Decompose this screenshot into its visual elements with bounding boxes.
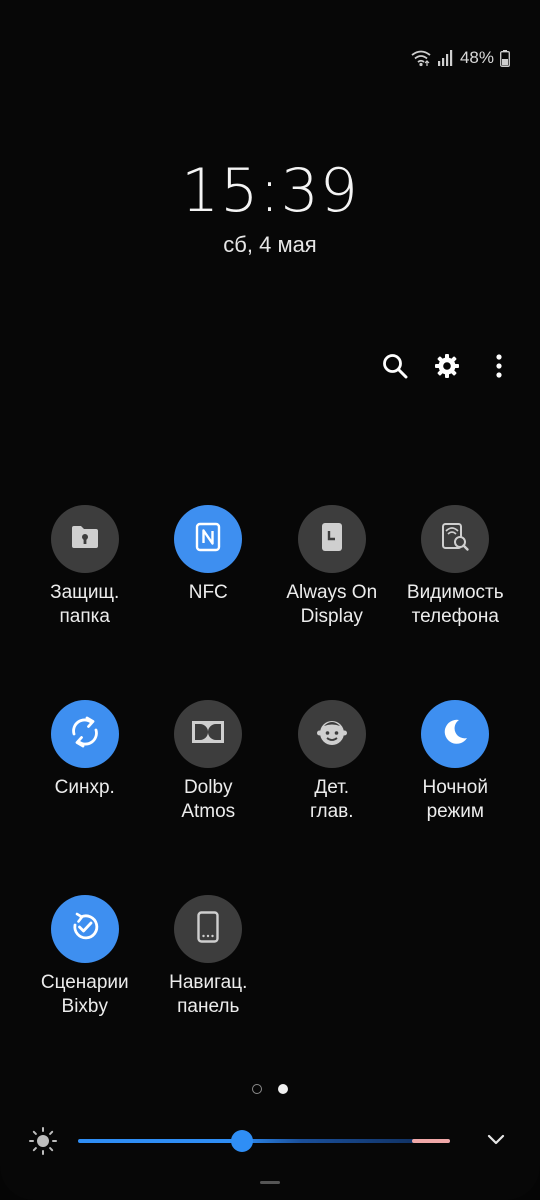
tile-dolby-atmos[interactable]: Dolby Atmos bbox=[147, 700, 271, 823]
brightness-slider-thumb[interactable] bbox=[230, 1130, 253, 1152]
battery-percent: 48% bbox=[459, 48, 494, 67]
brightness-icon bbox=[28, 1126, 58, 1161]
tile-label: Сценарии Bixby bbox=[40, 972, 129, 1017]
tile-always-on-display[interactable]: Always On Display bbox=[270, 505, 394, 628]
tile-button[interactable] bbox=[50, 895, 119, 963]
page-indicator bbox=[0, 1084, 540, 1094]
tile-nfc[interactable]: NFC bbox=[147, 505, 271, 628]
nfc-icon bbox=[195, 522, 221, 557]
phone-visibility-icon bbox=[440, 522, 470, 557]
status-bar: 48% bbox=[410, 44, 510, 72]
tile-phone-visibility[interactable]: Видимость телефона bbox=[394, 505, 518, 628]
tile-label: Синхр. bbox=[54, 777, 115, 798]
navigation-bar-icon bbox=[197, 910, 219, 948]
header-actions bbox=[380, 350, 514, 386]
wifi-calling-icon bbox=[410, 49, 432, 67]
always-on-display-icon bbox=[321, 522, 343, 557]
date: сб, 4 мая bbox=[223, 232, 317, 257]
page-dot-current[interactable] bbox=[278, 1084, 288, 1094]
tile-sync[interactable]: Синхр. bbox=[23, 700, 147, 823]
tile-button[interactable] bbox=[421, 505, 490, 573]
quick-settings-grid: Защищ. папка NFC Always On Display Видим… bbox=[23, 505, 517, 1018]
battery-icon bbox=[500, 49, 510, 67]
brightness-limit-marker bbox=[412, 1139, 450, 1143]
page-dot[interactable] bbox=[252, 1084, 262, 1094]
tile-label: Always On Display bbox=[286, 582, 378, 627]
tile-button[interactable] bbox=[297, 700, 366, 768]
tile-night-mode[interactable]: Ночной режим bbox=[394, 700, 518, 823]
tile-navigation-bar[interactable]: Навигац. панель bbox=[147, 895, 271, 1018]
chevron-down-icon[interactable] bbox=[484, 1128, 508, 1157]
signal-icon bbox=[437, 50, 454, 66]
tile-button[interactable] bbox=[50, 700, 119, 768]
tile-button[interactable] bbox=[174, 895, 243, 963]
tile-button[interactable] bbox=[174, 700, 243, 768]
search-button[interactable] bbox=[380, 350, 410, 386]
search-icon bbox=[382, 353, 408, 384]
tile-kids-home[interactable]: Дет. глав. bbox=[270, 700, 394, 823]
quick-panel: 48% 15:39 сб, 4 мая Защищ. папка NFC Alw… bbox=[0, 0, 540, 1200]
tile-label: NFC bbox=[188, 582, 228, 603]
tile-label: Дет. глав. bbox=[309, 777, 354, 822]
kids-home-icon bbox=[315, 715, 349, 754]
tile-button[interactable] bbox=[297, 505, 366, 573]
tile-button[interactable] bbox=[174, 505, 243, 573]
gear-icon bbox=[434, 353, 460, 384]
panel-handle[interactable] bbox=[260, 1181, 280, 1184]
brightness-bar bbox=[28, 1122, 508, 1158]
bixby-routines-icon bbox=[69, 911, 101, 948]
secure-folder-icon bbox=[70, 524, 100, 555]
brightness-slider[interactable] bbox=[78, 1139, 450, 1143]
dolby-icon bbox=[191, 720, 225, 749]
tile-button[interactable] bbox=[50, 505, 119, 573]
tile-label: Ночной режим bbox=[422, 777, 488, 822]
tile-button[interactable] bbox=[421, 700, 490, 768]
night-mode-icon bbox=[440, 717, 470, 752]
tile-label: Навигац. панель bbox=[169, 972, 248, 1017]
settings-button[interactable] bbox=[432, 350, 462, 386]
tile-secure-folder[interactable]: Защищ. папка bbox=[23, 505, 147, 628]
tile-label: Видимость телефона bbox=[406, 582, 504, 627]
clock: 15:39 bbox=[181, 156, 359, 226]
more-options-icon bbox=[495, 353, 503, 384]
tile-label: Dolby Atmos bbox=[181, 777, 236, 822]
tile-label: Защищ. папка bbox=[50, 582, 120, 627]
more-options-button[interactable] bbox=[484, 350, 514, 386]
tile-bixby-routines[interactable]: Сценарии Bixby bbox=[23, 895, 147, 1018]
sync-icon bbox=[67, 714, 103, 755]
